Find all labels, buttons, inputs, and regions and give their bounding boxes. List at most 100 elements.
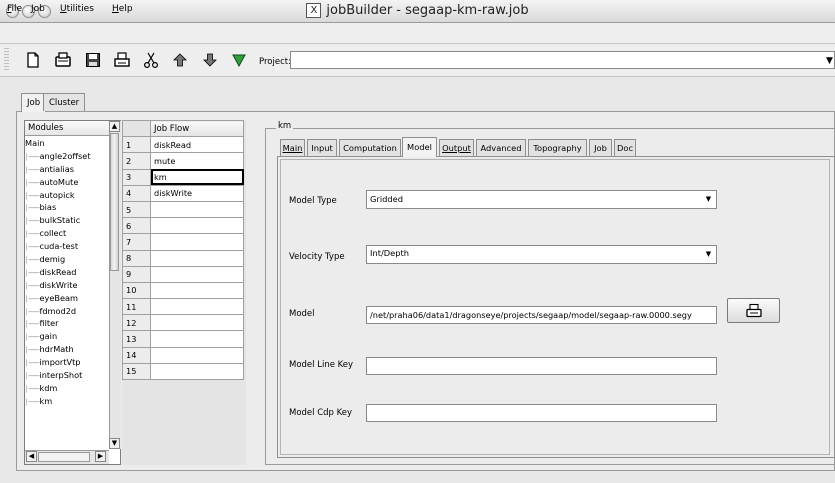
menu-help[interactable]: Help: [112, 4, 133, 14]
module-item[interactable]: │───demig: [25, 253, 109, 266]
chevron-down-icon[interactable]: ▼: [826, 56, 833, 66]
table-row[interactable]: 11: [122, 298, 244, 316]
velocity-type-select[interactable]: [366, 245, 717, 264]
browse-model-button[interactable]: [727, 298, 780, 323]
module-item[interactable]: │───bulkStatic: [25, 214, 109, 227]
table-row[interactable]: 13: [122, 330, 244, 348]
module-item[interactable]: │───gain: [25, 330, 109, 343]
job-flow-table: Job Flow 1 diskRead 2 mute 3 km 4 diskWrite 5 6 7 8…: [122, 119, 244, 381]
job-flow-cell[interactable]: [150, 346, 244, 364]
module-item[interactable]: Main: [25, 137, 109, 150]
tab-input[interactable]: Input: [307, 139, 337, 156]
print-icon[interactable]: [113, 51, 131, 69]
job-flow-cell[interactable]: [150, 330, 244, 348]
module-item[interactable]: │───fdmod2d: [25, 305, 109, 318]
open-icon[interactable]: [54, 51, 72, 69]
job-flow-cell[interactable]: diskRead: [150, 136, 244, 154]
project-combo[interactable]: [290, 51, 835, 69]
move-up-icon[interactable]: [171, 51, 189, 69]
module-item[interactable]: │───kdm: [25, 382, 109, 395]
tab-cluster[interactable]: Cluster: [43, 93, 86, 111]
job-flow-cell[interactable]: diskWrite: [150, 184, 244, 202]
job-flow-cell[interactable]: [150, 249, 244, 267]
row-number: 1: [122, 136, 151, 154]
cut-icon[interactable]: [142, 51, 160, 69]
module-item[interactable]: │───angle2offset: [25, 150, 109, 163]
table-row[interactable]: 2 mute: [122, 152, 244, 170]
job-flow-cell[interactable]: [150, 217, 244, 235]
table-row[interactable]: 10: [122, 281, 244, 300]
job-flow-cell[interactable]: mute: [150, 152, 244, 170]
module-item[interactable]: │───hdrMath: [25, 343, 109, 356]
menu-utilities[interactable]: Utilities: [60, 4, 94, 14]
modules-scroll-thumb[interactable]: [110, 133, 119, 271]
module-item[interactable]: │───interpShot: [25, 369, 109, 382]
tab-computation[interactable]: Computation: [339, 139, 401, 156]
table-row[interactable]: 12: [122, 314, 244, 332]
table-row[interactable]: 5: [122, 200, 244, 219]
model-path-field[interactable]: /net/praha06/data1/dragonseye/projects/s…: [366, 306, 717, 324]
job-flow-cell[interactable]: [150, 362, 244, 381]
table-row[interactable]: 4 diskWrite: [122, 184, 244, 202]
job-flow-cell[interactable]: km: [150, 168, 244, 186]
tree-connector: │───: [25, 192, 40, 200]
module-item[interactable]: │───autoMute: [25, 176, 109, 189]
module-item[interactable]: │───km: [25, 395, 109, 408]
module-item[interactable]: │───diskWrite: [25, 279, 109, 292]
tree-connector: │───: [25, 385, 40, 393]
tab-job-inner[interactable]: Job: [589, 139, 612, 156]
tab-topography[interactable]: Topography: [528, 139, 587, 156]
new-document-icon[interactable]: [24, 51, 42, 69]
scroll-up-icon[interactable]: ▲: [109, 121, 120, 132]
job-flow-header[interactable]: Job Flow: [150, 119, 244, 138]
tab-doc[interactable]: Doc: [614, 139, 636, 156]
tree-connector: │───: [25, 205, 40, 213]
tab-advanced[interactable]: Advanced: [476, 139, 526, 156]
model-cdp-key-field[interactable]: [366, 404, 717, 422]
module-item[interactable]: │───cuda-test: [25, 240, 109, 253]
move-down-icon[interactable]: [201, 51, 219, 69]
job-flow-cell[interactable]: [150, 233, 244, 251]
menu-job[interactable]: Job: [31, 4, 45, 14]
module-label: autoMute: [39, 176, 79, 187]
table-row[interactable]: 6: [122, 217, 244, 235]
module-item[interactable]: │───filter: [25, 317, 109, 330]
module-item[interactable]: │───bias: [25, 201, 109, 214]
modules-header[interactable]: Modules: [25, 121, 109, 136]
module-item[interactable]: │───antialias: [25, 163, 109, 176]
job-flow-cell[interactable]: [150, 314, 244, 332]
table-row[interactable]: 7: [122, 233, 244, 251]
modules-hscroll-thumb[interactable]: [38, 452, 90, 462]
table-row[interactable]: 1 diskRead: [122, 136, 244, 154]
menu-file[interactable]: File: [7, 4, 22, 14]
scroll-left-icon[interactable]: ◀: [26, 451, 37, 462]
table-row[interactable]: 3 km: [122, 168, 244, 186]
save-icon[interactable]: [84, 51, 102, 69]
chevron-down-icon[interactable]: ▼: [701, 246, 716, 263]
job-flow-cell[interactable]: [150, 200, 244, 219]
table-row[interactable]: 9: [122, 265, 244, 283]
chevron-down-icon[interactable]: ▼: [701, 191, 716, 208]
scroll-down-icon[interactable]: ▼: [109, 438, 120, 449]
job-flow-cell[interactable]: [150, 281, 244, 300]
module-item[interactable]: │───autopick: [25, 189, 109, 202]
table-row[interactable]: 8: [122, 249, 244, 267]
module-label: filter: [39, 318, 59, 329]
table-row[interactable]: 15: [122, 362, 244, 381]
filter-icon[interactable]: [230, 51, 248, 69]
module-item[interactable]: │───collect: [25, 227, 109, 240]
row-number: 11: [122, 298, 151, 316]
model-line-key-field[interactable]: [366, 357, 717, 375]
module-item[interactable]: │───diskRead: [25, 266, 109, 279]
toolbar-grip[interactable]: [4, 48, 9, 72]
module-item[interactable]: │───importVtp: [25, 356, 109, 369]
job-flow-cell[interactable]: [150, 298, 244, 316]
tab-model[interactable]: Model: [402, 137, 437, 157]
scroll-right-icon[interactable]: ▶: [95, 451, 106, 462]
model-type-select[interactable]: [366, 190, 717, 209]
job-flow-cell[interactable]: [150, 265, 244, 283]
tab-main[interactable]: Main: [280, 139, 305, 156]
table-row[interactable]: 14: [122, 346, 244, 364]
tab-output[interactable]: Output: [439, 139, 474, 156]
module-item[interactable]: │───eyeBeam: [25, 292, 109, 305]
